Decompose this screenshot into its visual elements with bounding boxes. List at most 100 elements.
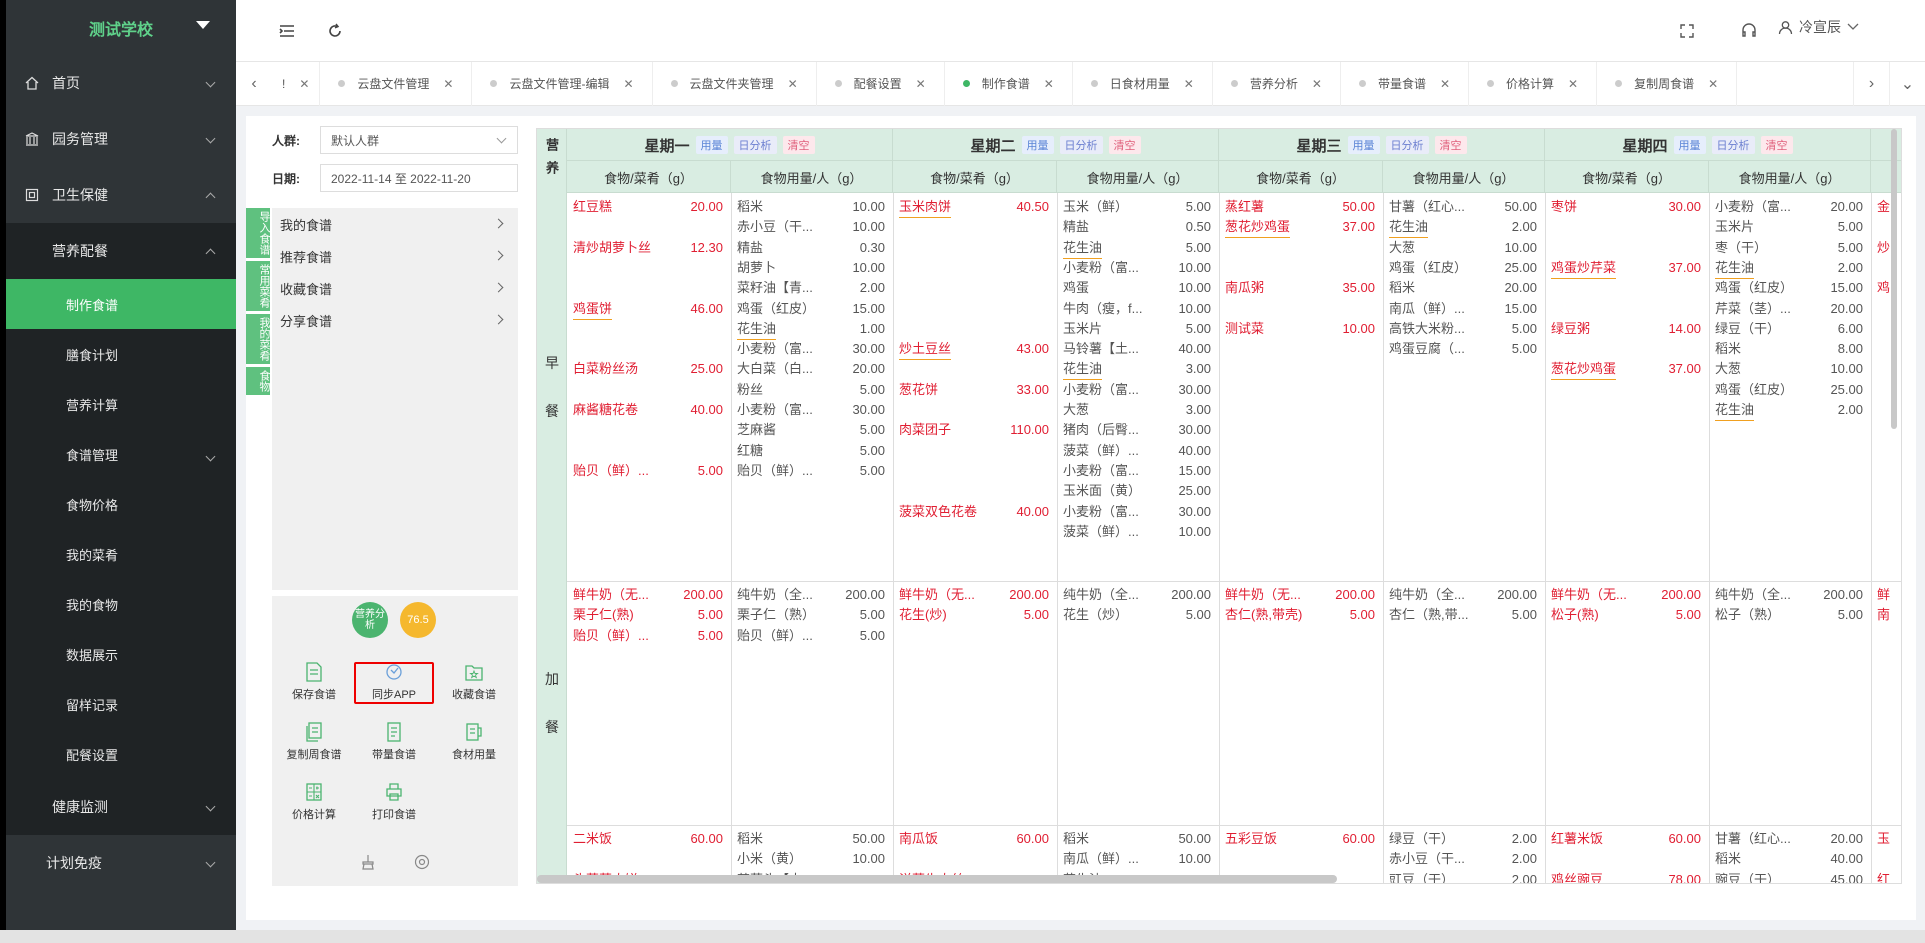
tab-item[interactable]: 复制周食谱 ✕ — [1597, 61, 1738, 106]
sidebar-item-meal-plan[interactable]: 膳食计划 — [6, 329, 236, 379]
sidebar-item-data-display[interactable]: 数据展示 — [6, 629, 236, 679]
dish-item[interactable]: 贻贝（鲜）... 5.00 — [573, 626, 723, 646]
close-icon[interactable]: ✕ — [623, 77, 633, 91]
close-icon[interactable]: ✕ — [1184, 77, 1194, 91]
dish-item[interactable]: 红薯米饭 60.00 — [1551, 829, 1701, 849]
quantity-recipe-button[interactable]: 带量食谱 — [354, 722, 434, 772]
close-icon[interactable]: ✕ — [1708, 77, 1718, 91]
tab-item[interactable]: 配餐设置 ✕ — [817, 61, 945, 106]
sidebar-header[interactable]: 测试学校 — [6, 0, 236, 55]
dish-item[interactable]: 五彩豆饭 60.00 — [1225, 829, 1375, 849]
sidebar-item-nutrition[interactable]: 营养配餐 — [6, 223, 236, 279]
refresh-icon[interactable] — [324, 20, 346, 42]
vtab-mine[interactable]: 我的菜肴 — [246, 314, 270, 364]
close-icon[interactable]: ✕ — [443, 77, 453, 91]
dish-item[interactable]: 蒸红薯 50.00 — [1225, 197, 1375, 217]
dish-item[interactable]: 鲜牛奶（无... 200.00 — [1551, 585, 1701, 605]
tab-item[interactable]: 带量食谱 ✕ — [1341, 61, 1470, 106]
sidebar-item-nutrition-calc[interactable]: 营养计算 — [6, 379, 236, 429]
user-menu[interactable]: 冷宣辰 — [1778, 17, 1859, 37]
dish-item[interactable]: 鲜牛奶（无... 200.00 — [573, 585, 723, 605]
dish-item[interactable]: 鸡蛋饼 46.00 — [573, 299, 723, 320]
sidebar-item-health-monitor[interactable]: 健康监测 — [6, 779, 236, 835]
settings-icon[interactable] — [414, 854, 430, 870]
vtab-common[interactable]: 常用菜肴 — [246, 261, 270, 311]
tab-item[interactable]: 日食材用量 ✕ — [1073, 61, 1213, 106]
sidebar-item-meal-settings[interactable]: 配餐设置 — [6, 729, 236, 779]
dish-item[interactable]: 鸡丝豌豆 78.00 — [1551, 870, 1701, 883]
dish-item[interactable]: 鲜牛奶（无... 200.00 — [1225, 585, 1375, 605]
sidebar-item-make-recipe[interactable]: 制作食谱 — [6, 279, 236, 329]
sidebar-item-food-price[interactable]: 食物价格 — [6, 479, 236, 529]
close-icon[interactable]: ✕ — [299, 77, 309, 91]
ingredient-usage-button[interactable]: 食材用量 — [434, 722, 514, 772]
print-recipe-button[interactable]: 打印食谱 — [354, 782, 434, 832]
dish-item[interactable]: 松子(熟) 5.00 — [1551, 605, 1701, 625]
clear-button[interactable]: 清空 — [1108, 136, 1141, 154]
daily-analysis-button[interactable]: 日分析 — [1059, 136, 1103, 154]
tab-dropdown-icon[interactable]: ⌄ — [1889, 61, 1925, 106]
tab-scroll-left-icon[interactable]: ‹ — [236, 62, 272, 106]
dish-item[interactable]: 玉米肉饼 40.50 — [899, 197, 1049, 218]
favorite-recipe-button[interactable]: 收藏食谱 — [434, 662, 514, 712]
headset-icon[interactable] — [1738, 20, 1760, 42]
dish-item[interactable]: 杏仁(熟,带壳) 5.00 — [1225, 605, 1375, 625]
close-icon[interactable]: ✕ — [916, 77, 926, 91]
usage-button[interactable]: 用量 — [1673, 136, 1706, 154]
daily-analysis-button[interactable]: 日分析 — [733, 136, 777, 154]
usage-button[interactable]: 用量 — [1021, 136, 1054, 154]
vertical-scrollbar[interactable] — [1891, 129, 1897, 429]
save-recipe-button[interactable]: 保存食谱 — [274, 662, 354, 712]
menu-shared[interactable]: 分享食谱 — [272, 304, 518, 336]
tab-item[interactable]: 制作食谱 ✕ — [945, 61, 1073, 106]
price-calc-button[interactable]: 价格计算 — [274, 782, 354, 832]
dish-item[interactable]: 炒土豆丝 43.00 — [899, 339, 1049, 361]
dish-item[interactable]: 枣饼 30.00 — [1551, 197, 1701, 217]
clear-button[interactable]: 清空 — [1760, 136, 1793, 154]
sidebar-item-immunization[interactable]: 计划免疫 — [6, 835, 236, 891]
dish-item[interactable]: 菠菜双色花卷 40.00 — [899, 502, 1049, 522]
dish-item[interactable]: 清炒胡萝卜丝 12.30 — [573, 238, 723, 258]
nutrition-analysis-button[interactable]: 营养分析 — [352, 602, 388, 638]
usage-button[interactable]: 用量 — [1347, 136, 1380, 154]
tab-item[interactable]: ! ✕ — [272, 61, 321, 106]
vtab-food[interactable]: 食物 — [246, 367, 270, 395]
vtab-import[interactable]: 导入食谱 — [246, 208, 270, 258]
fullscreen-icon[interactable] — [1676, 20, 1698, 42]
dish-item[interactable]: 麻酱糖花卷 40.00 — [573, 400, 723, 420]
broom-icon[interactable] — [360, 854, 376, 870]
crowd-select[interactable]: 默认人群 — [320, 126, 518, 154]
close-icon[interactable]: ✕ — [788, 77, 798, 91]
tab-item[interactable]: 云盘文件夹管理 ✕ — [653, 61, 817, 106]
close-icon[interactable]: ✕ — [1568, 77, 1578, 91]
clear-button[interactable]: 清空 — [1434, 136, 1467, 154]
tab-item[interactable]: 价格计算 ✕ — [1469, 61, 1598, 106]
dish-item[interactable]: 鲜牛奶（无... 200.00 — [899, 585, 1049, 605]
dish-item-partial[interactable]: 红 — [1877, 870, 1897, 883]
daily-analysis-button[interactable]: 日分析 — [1385, 136, 1429, 154]
dish-item[interactable]: 测试菜 10.00 — [1225, 319, 1375, 339]
sidebar-item-my-food[interactable]: 我的食物 — [6, 579, 236, 629]
dish-item[interactable]: 栗子仁(熟) 5.00 — [573, 605, 723, 625]
close-icon[interactable]: ✕ — [1312, 77, 1322, 91]
dish-item[interactable]: 贻贝（鲜）... 5.00 — [573, 461, 723, 481]
dish-item[interactable]: 二米饭 60.00 — [573, 829, 723, 849]
dish-item-partial[interactable]: 南 — [1877, 605, 1897, 625]
sidebar-item-home[interactable]: 首页 — [6, 55, 236, 111]
sidebar-item-health[interactable]: 卫生保健 — [6, 167, 236, 223]
tab-item[interactable]: 营养分析 ✕ — [1213, 61, 1341, 106]
tab-item[interactable]: 云盘文件管理-编辑 ✕ — [472, 61, 653, 106]
copy-week-button[interactable]: 复制周食谱 — [274, 722, 354, 772]
close-icon[interactable]: ✕ — [1440, 77, 1450, 91]
dish-item[interactable]: 葱花炒鸡蛋 37.00 — [1551, 359, 1701, 381]
dish-item-partial[interactable]: 玉 — [1877, 829, 1897, 849]
usage-button[interactable]: 用量 — [695, 136, 728, 154]
dish-item[interactable]: 南瓜粥 35.00 — [1225, 278, 1375, 298]
close-icon[interactable]: ✕ — [1044, 77, 1054, 91]
horizontal-scrollbar[interactable] — [537, 875, 1337, 883]
menu-my-recipes[interactable]: 我的食谱 — [272, 208, 518, 240]
clear-button[interactable]: 清空 — [782, 136, 815, 154]
tab-item[interactable]: 云盘文件管理 ✕ — [320, 61, 473, 106]
dish-item[interactable]: 南瓜饭 60.00 — [899, 829, 1049, 849]
dish-item[interactable]: 红豆糕 20.00 — [573, 197, 723, 217]
